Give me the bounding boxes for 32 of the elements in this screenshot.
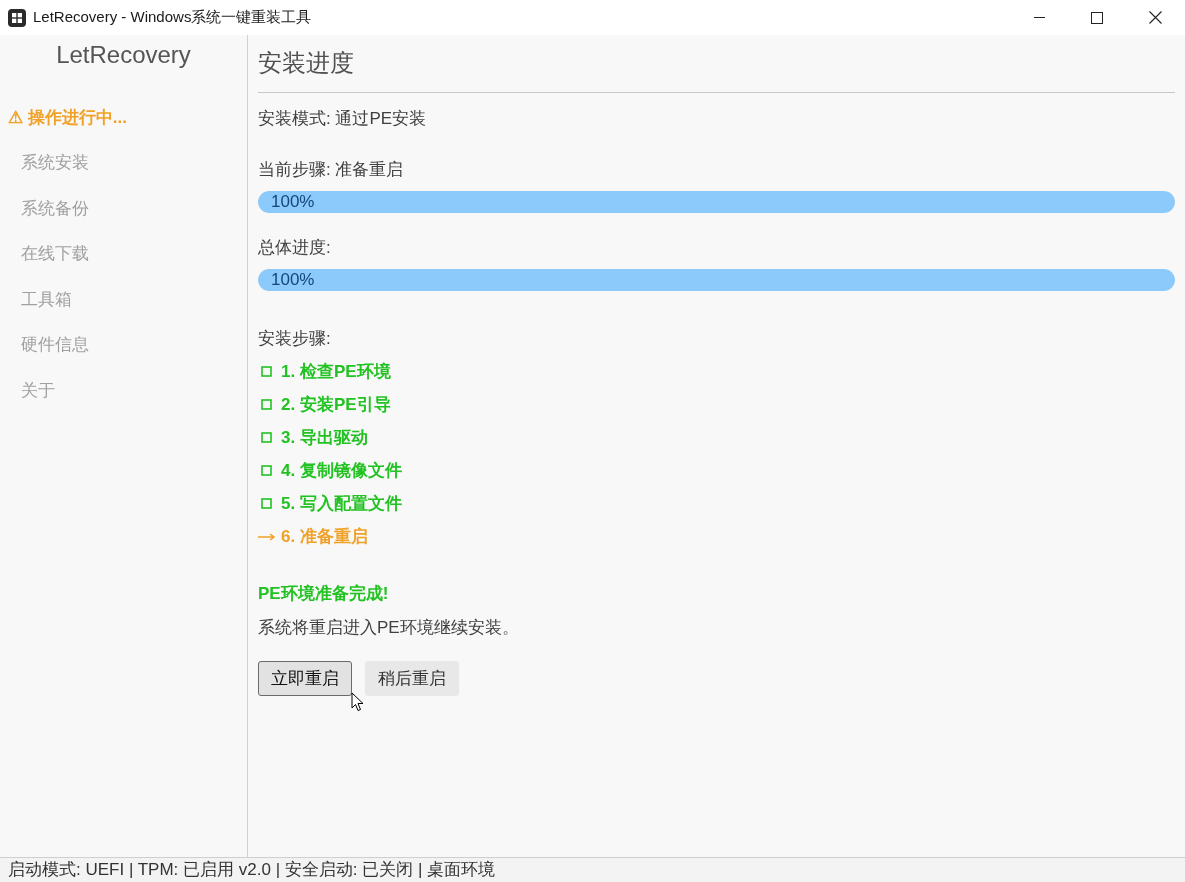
status-text: 启动模式: UEFI | TPM: 已启用 v2.0 | 安全启动: 已关闭 | 桌面环境	[8, 859, 496, 881]
page-heading: 安装进度	[258, 48, 354, 78]
overall-progress-label: 总体进度:	[258, 237, 331, 259]
progress-percent: 100%	[271, 191, 315, 213]
success-message: PE环境准备完成!	[258, 583, 389, 605]
window-title: LetRecovery - Windows系统一键重装工具	[33, 7, 312, 28]
mouse-pointer-icon	[351, 692, 364, 712]
step-text: 1. 检查PE环境	[281, 360, 391, 383]
step-text: 4. 复制镜像文件	[281, 459, 402, 482]
restart-button[interactable]: 稍后重启	[365, 661, 459, 696]
square-icon	[261, 465, 272, 476]
step-text: 3. 导出驱动	[281, 426, 368, 449]
step-text: 6. 准备重启	[281, 525, 368, 548]
square-icon	[261, 498, 272, 509]
install-mode-text: 安装模式: 通过PE安装	[258, 108, 427, 130]
step-text: 2. 安装PE引导	[281, 393, 391, 416]
arrow-right-icon	[258, 532, 275, 541]
app-icon	[8, 8, 26, 27]
minimize-icon	[1033, 17, 1045, 18]
square-icon	[261, 366, 272, 377]
operation-status-text: ⚠ 操作进行中...	[8, 107, 127, 129]
steps-label: 安装步骤:	[258, 328, 331, 350]
step-text: 5. 写入配置文件	[281, 492, 402, 515]
current-step-text: 当前步骤: 准备重启	[258, 159, 404, 181]
maximize-icon	[1091, 11, 1103, 24]
restart-button[interactable]: 立即重启	[258, 661, 352, 696]
restart-info-text: 系统将重启进入PE环境继续安装。	[258, 617, 519, 639]
app-name: LetRecovery	[55, 40, 192, 70]
close-icon	[1148, 11, 1162, 24]
progress-percent: 100%	[271, 269, 315, 291]
square-icon	[261, 399, 272, 410]
square-icon	[261, 432, 272, 443]
